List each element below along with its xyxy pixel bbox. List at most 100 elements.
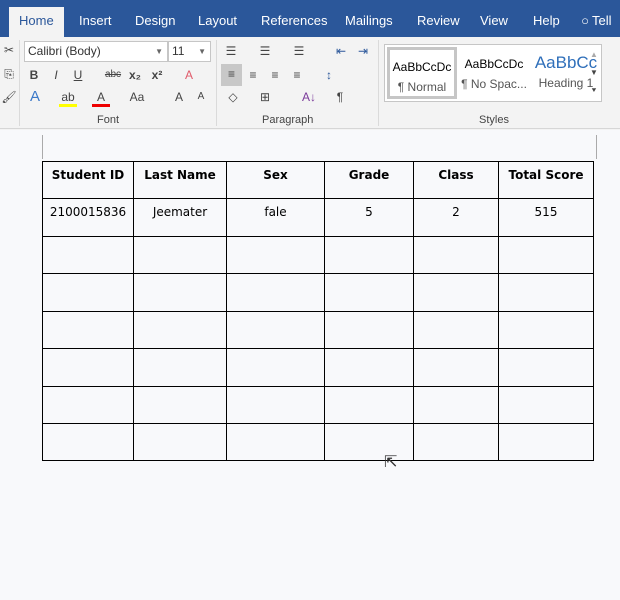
font-color-icon[interactable]: A [92,87,110,107]
header-cell[interactable]: Student ID [42,161,134,199]
subscript-icon[interactable]: x₂ [126,65,144,85]
table-cell[interactable] [413,348,499,387]
table-cell[interactable] [133,348,227,387]
header-cell[interactable]: Sex [226,161,325,199]
header-cell[interactable]: Total Score [498,161,594,199]
table-cell[interactable] [413,386,499,424]
tab-view[interactable]: View [470,7,518,37]
style-name: ¶ Normal [397,80,447,94]
table-cell[interactable] [498,348,594,387]
table-cell[interactable] [498,311,594,349]
table-cell[interactable] [42,386,134,424]
style-no-spacing[interactable]: AaBbCcDc ¶ No Spac... [459,47,529,99]
header-cell[interactable]: Grade [324,161,414,199]
clear-formatting-icon[interactable]: A [180,65,198,85]
highlight-icon[interactable]: ab [59,87,77,107]
increase-indent-icon[interactable]: ⇥ [354,41,372,61]
align-center-icon[interactable]: ≡ [244,65,262,85]
line-spacing-icon[interactable]: ↕ [320,65,338,85]
student-table[interactable]: Student ID Last Name Sex Grade Class Tot… [42,161,594,461]
copy-icon[interactable]: ⎘ [0,64,18,84]
table-cell[interactable] [498,386,594,424]
multilevel-list-icon[interactable]: ☰ [290,41,308,61]
table-cell[interactable] [226,273,325,312]
tab-review[interactable]: Review [407,7,470,37]
tab-help[interactable]: Help [523,7,570,37]
table-cell[interactable] [226,236,325,274]
table-cell[interactable] [413,423,499,461]
italic-icon[interactable]: I [47,65,65,85]
table-cell[interactable] [324,386,414,424]
header-cell[interactable]: Class [413,161,499,199]
table-cell[interactable] [324,348,414,387]
borders-icon[interactable]: ⊞ [256,87,274,107]
bold-icon[interactable]: B [25,65,43,85]
table-cell[interactable]: 515 [498,198,594,237]
strikethrough-icon[interactable]: abc [104,65,122,85]
more-styles-icon[interactable]: ⯆ [585,81,603,101]
table-cell[interactable] [413,311,499,349]
grow-font-icon[interactable]: A [170,87,188,107]
change-case-icon[interactable]: Aa [128,87,146,107]
table-cell[interactable] [42,311,134,349]
table-cell[interactable] [133,311,227,349]
shading-icon[interactable]: ◇ [224,87,242,107]
font-name-select[interactable]: Calibri (Body) ▼ [24,41,168,62]
table-cell[interactable] [133,423,227,461]
format-painter-icon[interactable]: 🖌 [0,87,18,107]
table-cell[interactable] [226,423,325,461]
table-cell[interactable] [42,348,134,387]
tab-references[interactable]: References [251,7,337,37]
header-cell[interactable]: Last Name [133,161,227,199]
table-cell[interactable]: 2 [413,198,499,237]
table-cell[interactable] [226,386,325,424]
table-cell[interactable] [42,423,134,461]
underline-icon[interactable]: U [69,65,87,85]
table-cell[interactable]: 2100015836 [42,198,134,237]
tab-layout[interactable]: Layout [188,7,247,37]
table-cell[interactable] [324,273,414,312]
table-cell[interactable] [226,348,325,387]
tell-me[interactable]: ○ Tell [578,7,611,37]
sort-icon[interactable]: A↓ [300,87,318,107]
scroll-down-icon[interactable]: ▼ [585,63,603,83]
align-right-icon[interactable]: ≡ [266,65,284,85]
mouse-cursor-icon: ⇱ [384,454,398,471]
table-cell[interactable] [133,273,227,312]
align-left-icon[interactable]: ≡ [221,64,242,86]
show-marks-icon[interactable]: ¶ [331,87,349,107]
styles-gallery: AaBbCcDc ¶ Normal AaBbCcDc ¶ No Spac... Aa… [384,44,602,102]
table-cell[interactable]: Jeemater [133,198,227,237]
table-cell[interactable] [413,236,499,274]
shrink-font-icon[interactable]: A [192,87,210,107]
table-cell[interactable] [42,273,134,312]
tab-home[interactable]: Home [9,7,64,37]
table-cell[interactable] [42,236,134,274]
bullets-icon[interactable]: ☰ [222,41,240,61]
scroll-up-icon[interactable]: ▲ [585,45,603,65]
table-cell[interactable] [226,311,325,349]
superscript-icon[interactable]: x² [148,65,166,85]
table-cell[interactable] [498,273,594,312]
document-page[interactable]: Student ID Last Name Sex Grade Class Tot… [0,130,620,600]
numbering-icon[interactable]: ☰ [256,41,274,61]
table-cell[interactable] [133,236,227,274]
table-cell[interactable] [133,386,227,424]
cut-icon[interactable]: ✂ [0,40,18,60]
style-normal[interactable]: AaBbCcDc ¶ Normal [387,47,457,99]
table-cell[interactable] [324,236,414,274]
text-effects-icon[interactable]: A [26,87,44,107]
table-cell[interactable]: fale [226,198,325,237]
font-size-select[interactable]: 11 ▼ [168,41,211,62]
table-cell[interactable] [498,423,594,461]
table-cell[interactable] [498,236,594,274]
tab-mailings[interactable]: Mailings [335,7,403,37]
justify-icon[interactable]: ≡ [288,65,306,85]
table-cell[interactable] [413,273,499,312]
table-cell[interactable] [324,423,414,461]
decrease-indent-icon[interactable]: ⇤ [332,41,350,61]
tab-insert[interactable]: Insert [69,7,122,37]
table-cell[interactable] [324,311,414,349]
table-cell[interactable]: 5 [324,198,414,237]
tab-design[interactable]: Design [125,7,185,37]
